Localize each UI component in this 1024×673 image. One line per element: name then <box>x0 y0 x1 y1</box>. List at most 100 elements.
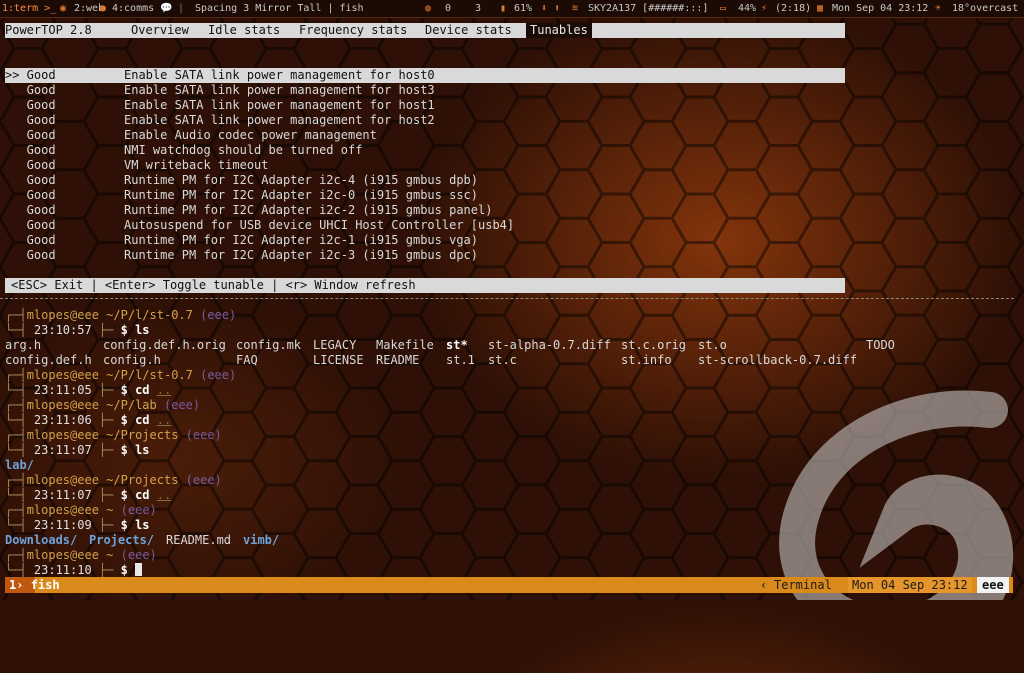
ls-output-row: Downloads/ Projects/ README.md vimb/ <box>5 533 405 548</box>
workspace-4[interactable]: 4:comms <box>112 0 154 17</box>
tunable-status: Good <box>5 218 56 232</box>
ls-entry-dir: vimb/ <box>243 533 280 547</box>
clock: Mon Sep 04 23:12 <box>832 3 929 14</box>
prompt-line-2: └─┤ 23:10:57 ├─ $ ls <box>5 323 150 337</box>
tab-idle-stats[interactable]: Idle stats <box>208 23 280 38</box>
tunable-desc: Enable SATA link power management for ho… <box>124 113 435 127</box>
tunable-status: Good <box>5 83 56 97</box>
tab-frequency-stats[interactable]: Frequency stats <box>299 23 407 38</box>
ls-entry-dir: Projects/ <box>89 533 155 547</box>
tunable-status: Good <box>5 203 56 217</box>
command-input-line[interactable]: └─┤ 23:11:10 ├─ $ <box>5 563 143 578</box>
tunable-desc: Runtime PM for I2C Adapter i2c-0 (i915 g… <box>124 188 479 202</box>
ls-entry: st.c.orig <box>621 338 687 352</box>
ls-entry: arg.h <box>5 338 42 352</box>
prompt-line-2: └─┤ 23:11:05 ├─ $ cd .. <box>5 383 172 397</box>
prompt-line-2: └─┤ 23:11:07 ├─ $ ls <box>5 443 150 457</box>
ls-entry: README.md <box>166 533 232 547</box>
prompt-line-1: ┌─┤mlopes@eee ~/P/l/st-0.7 (eee) <box>5 308 237 322</box>
tmux-hostname: eee <box>977 577 1009 593</box>
update-count: 3 <box>475 3 482 14</box>
divider: | <box>178 3 185 14</box>
tunable-status: Good <box>5 188 56 202</box>
tunable-desc: Runtime PM for I2C Adapter i2c-1 (i915 g… <box>124 233 479 247</box>
prompt-line-2: └─┤ 23:11:07 ├─ $ cd .. <box>5 488 172 502</box>
tunable-desc: Runtime PM for I2C Adapter i2c-2 (i915 g… <box>124 203 493 217</box>
wifi-icon: ≋ <box>572 3 579 14</box>
ls-entry: TODO <box>866 338 895 352</box>
ls-entry-dir: lab/ <box>5 458 34 472</box>
tunable-status: Good <box>5 233 56 247</box>
ls-entry: config.def.h.orig <box>103 338 226 352</box>
tunable-status: Good <box>5 143 56 157</box>
tunable-status: Good <box>5 173 56 187</box>
wifi-status: SKY2A137 [######:::] <box>588 3 709 14</box>
tunable-desc: Enable SATA link power management for ho… <box>124 83 435 97</box>
ls-output-row: config.def.h config.h FAQ LICENSE README… <box>5 353 1005 368</box>
tunable-status: Good <box>5 158 56 172</box>
battery-icon: ▭ <box>720 3 727 14</box>
tmux-status-bar: 1 › fish ‹ Terminal Mon 04 Sep 23:12 eee <box>5 577 1013 593</box>
prompt-line-1: ┌─┤mlopes@eee ~ (eee) <box>5 548 157 562</box>
ls-entry-dir: Downloads/ <box>5 533 78 547</box>
calendar-icon: ▦ <box>817 3 824 14</box>
top-status-bar: 1:term >_ ◉ 2:web ● 4:comms 💬 | Spacing … <box>0 0 1024 18</box>
workspace-1[interactable]: 1:term >_ <box>2 0 56 17</box>
prompt-line-1: ┌─┤mlopes@eee ~/Projects (eee) <box>5 428 222 442</box>
tab-device-stats[interactable]: Device stats <box>425 23 512 38</box>
ls-entry: st-alpha-0.7.diff <box>488 338 611 352</box>
ls-output-row: lab/ <box>5 458 34 473</box>
ls-entry: Makefile <box>376 338 434 352</box>
ls-entry: st.o <box>698 338 727 352</box>
ls-entry: config.def.h <box>5 353 92 367</box>
tunable-desc: Runtime PM for I2C Adapter i2c-3 (i915 g… <box>124 248 479 262</box>
plug-icon: ⚡ <box>761 3 768 14</box>
tunable-desc: NMI watchdog should be turned off <box>124 143 363 157</box>
steam-icon: ◍ <box>425 3 432 14</box>
battery-level: 44% <box>738 3 757 14</box>
prompt-line-1: ┌─┤mlopes@eee ~/P/lab (eee) <box>5 398 201 412</box>
disk-icon: ▮ <box>500 3 507 14</box>
tunable-desc: Autosuspend for USB device UHCI Host Con… <box>124 218 515 232</box>
tunable-desc: Enable SATA link power management for ho… <box>124 98 435 112</box>
chat-icon: 💬 <box>160 3 173 14</box>
tab-overview[interactable]: Overview <box>131 23 189 38</box>
ls-entry: st.c <box>488 353 517 367</box>
ls-entry: LEGACY <box>313 338 357 352</box>
download-icon: ⬇ <box>541 3 548 14</box>
prompt-line-1: ┌─┤mlopes@eee ~/P/l/st-0.7 (eee) <box>5 368 237 382</box>
tmux-window-tab[interactable]: 1 › fish <box>5 577 60 593</box>
tunable-desc: Enable Audio codec power management <box>124 128 377 142</box>
prompt-line-1: ┌─┤mlopes@eee ~/Projects (eee) <box>5 473 222 487</box>
powertop-keybind-footer: <ESC> Exit | <Enter> Toggle tunable | <r… <box>5 278 845 293</box>
window-title: Spacing 3 Mirror Tall | fish <box>195 3 364 14</box>
battery-time: (2:18) <box>775 3 812 14</box>
powertop-tab-bar: PowerTOP 2.8 Overview Idle stats Frequen… <box>5 23 845 38</box>
tunable-desc: Enable SATA link power management for ho… <box>124 68 435 82</box>
debian-swirl-logo <box>779 390 1014 600</box>
steam-count: 0 <box>445 3 452 14</box>
tunable-desc: Runtime PM for I2C Adapter i2c-4 (i915 g… <box>124 173 479 187</box>
tunable-status: >> Good <box>5 68 56 82</box>
ls-entry-executable: st* <box>446 338 468 352</box>
tunable-desc: VM writeback timeout <box>124 158 269 172</box>
app-title: PowerTOP 2.8 <box>5 23 92 37</box>
pane-divider[interactable] <box>0 298 1014 299</box>
chevron-left-icon: ‹ <box>760 578 768 592</box>
workspace-2[interactable]: ◉ <box>60 0 66 17</box>
tunable-row[interactable]: >> Good Enable SATA link power management… <box>5 68 845 83</box>
tunable-status: Good <box>5 248 56 262</box>
tunable-status: Good <box>5 98 56 112</box>
ls-entry: st.info <box>621 353 672 367</box>
tab-tunables[interactable]: Tunables <box>526 23 592 38</box>
firefox-icon: ◉ <box>60 3 67 14</box>
prompt-line-2: └─┤ 23:11:09 ├─ $ ls <box>5 518 150 532</box>
ls-entry: config.h <box>103 353 161 367</box>
text-cursor <box>135 563 143 576</box>
weather-icon: ☀ <box>935 3 942 14</box>
ls-entry: FAQ <box>236 353 258 367</box>
ls-entry: config.mk <box>236 338 302 352</box>
tmux-clock: Mon 04 Sep 23:12 <box>848 577 972 593</box>
prompt-line-1: ┌─┤mlopes@eee ~ (eee) <box>5 503 157 517</box>
ls-entry: LICENSE <box>313 353 364 367</box>
